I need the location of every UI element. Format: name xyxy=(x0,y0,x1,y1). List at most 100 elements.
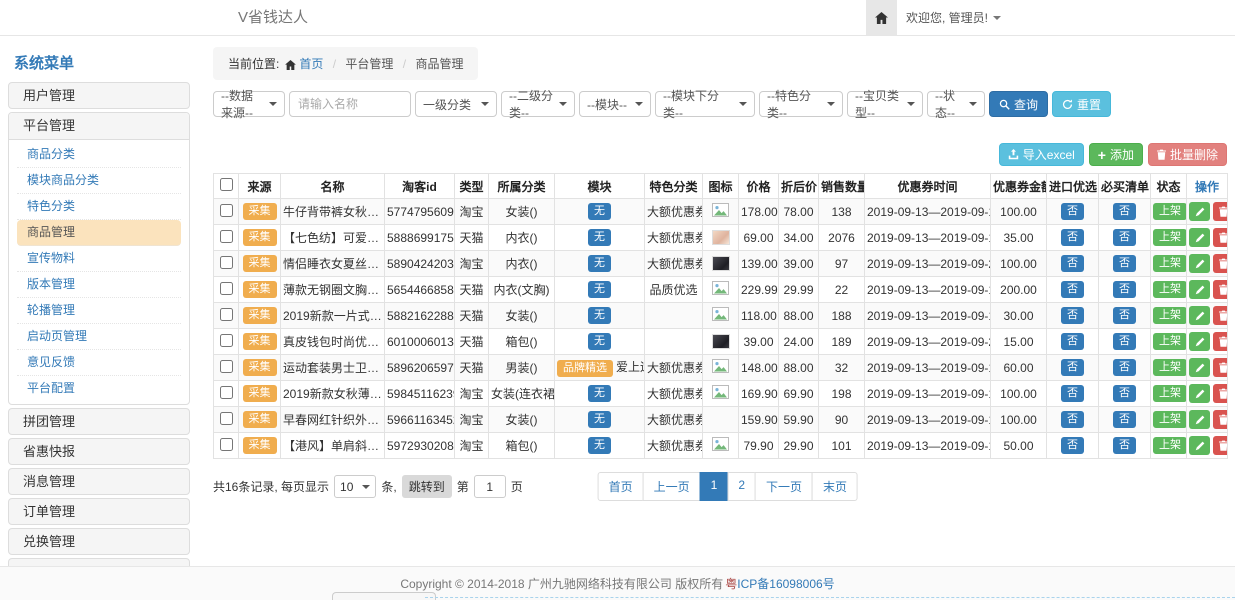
row-checkbox[interactable] xyxy=(220,438,233,451)
status-badge[interactable]: 上架 xyxy=(1153,307,1187,324)
delete-button[interactable] xyxy=(1213,436,1228,455)
row-checkbox[interactable] xyxy=(220,334,233,347)
row-checkbox[interactable] xyxy=(220,386,233,399)
filter-select-状态[interactable]: --状态-- xyxy=(927,91,985,117)
must-buy-badge[interactable]: 否 xyxy=(1113,437,1136,454)
row-checkbox[interactable] xyxy=(220,308,233,321)
filter-select-二级分类[interactable]: --二级分类-- xyxy=(501,91,575,117)
sidebar-item-特色分类[interactable]: 特色分类 xyxy=(17,194,181,220)
row-checkbox[interactable] xyxy=(220,282,233,295)
import-choice-badge[interactable]: 否 xyxy=(1061,359,1084,376)
edit-button[interactable] xyxy=(1189,306,1210,325)
import-choice-badge[interactable]: 否 xyxy=(1061,307,1084,324)
sidebar-group-消息管理[interactable]: 消息管理 xyxy=(8,468,190,495)
status-badge[interactable]: 上架 xyxy=(1153,437,1187,454)
must-buy-badge[interactable]: 否 xyxy=(1113,385,1136,402)
status-badge[interactable]: 上架 xyxy=(1153,411,1187,428)
sidebar-item-意见反馈[interactable]: 意见反馈 xyxy=(17,350,181,376)
breadcrumb-home-link[interactable]: 首页 xyxy=(299,57,323,71)
add-button[interactable]: + 添加 xyxy=(1089,143,1143,166)
delete-button[interactable] xyxy=(1213,384,1228,403)
must-buy-badge[interactable]: 否 xyxy=(1113,203,1136,220)
import-choice-badge[interactable]: 否 xyxy=(1061,333,1084,350)
import-choice-badge[interactable]: 否 xyxy=(1061,437,1084,454)
sidebar-group-省惠快报[interactable]: 省惠快报 xyxy=(8,438,190,465)
sidebar-item-宣传物料[interactable]: 宣传物料 xyxy=(17,246,181,272)
pager-末页[interactable]: 末页 xyxy=(812,472,858,501)
import-choice-badge[interactable]: 否 xyxy=(1061,281,1084,298)
delete-button[interactable] xyxy=(1213,332,1228,351)
search-button[interactable]: 查询 xyxy=(989,91,1048,117)
sidebar-item-启动页管理[interactable]: 启动页管理 xyxy=(17,324,181,350)
edit-button[interactable] xyxy=(1189,384,1210,403)
row-checkbox[interactable] xyxy=(220,412,233,425)
must-buy-badge[interactable]: 否 xyxy=(1113,255,1136,272)
pager-下一页[interactable]: 下一页 xyxy=(755,472,813,501)
filter-select-data-source[interactable]: --数据来源-- xyxy=(213,91,285,117)
must-buy-badge[interactable]: 否 xyxy=(1113,281,1136,298)
row-checkbox[interactable] xyxy=(220,204,233,217)
sidebar-item-模块商品分类[interactable]: 模块商品分类 xyxy=(17,168,181,194)
must-buy-badge[interactable]: 否 xyxy=(1113,411,1136,428)
import-choice-badge[interactable]: 否 xyxy=(1061,411,1084,428)
status-badge[interactable]: 上架 xyxy=(1153,281,1187,298)
sidebar-group-users[interactable]: 用户管理 xyxy=(8,82,190,109)
edit-button[interactable] xyxy=(1189,436,1210,455)
sidebar-item-版本管理[interactable]: 版本管理 xyxy=(17,272,181,298)
edit-button[interactable] xyxy=(1189,332,1210,351)
status-badge[interactable]: 上架 xyxy=(1153,359,1187,376)
filter-select-模块下分类[interactable]: --模块下分类-- xyxy=(655,91,755,117)
sidebar-item-轮播管理[interactable]: 轮播管理 xyxy=(17,298,181,324)
sidebar-item-平台配置[interactable]: 平台配置 xyxy=(17,376,181,402)
filter-select-宝贝类型[interactable]: --宝贝类型-- xyxy=(847,91,923,117)
jump-page-input[interactable] xyxy=(474,475,506,498)
row-checkbox[interactable] xyxy=(220,360,233,373)
reset-button[interactable]: 重置 xyxy=(1052,91,1111,117)
delete-button[interactable] xyxy=(1213,410,1228,429)
row-checkbox[interactable] xyxy=(220,256,233,269)
icp-link[interactable]: ICP备16098006号 xyxy=(737,575,834,592)
pager-上一页[interactable]: 上一页 xyxy=(643,472,701,501)
edit-button[interactable] xyxy=(1189,358,1210,377)
status-badge[interactable]: 上架 xyxy=(1153,229,1187,246)
select-all-checkbox[interactable] xyxy=(220,178,233,191)
user-menu[interactable]: 欢迎您, 管理员! xyxy=(906,0,1001,35)
import-choice-badge[interactable]: 否 xyxy=(1061,203,1084,220)
must-buy-badge[interactable]: 否 xyxy=(1113,359,1136,376)
import-excel-button[interactable]: 导入excel xyxy=(999,143,1084,166)
filter-select-一级分类[interactable]: 一级分类 xyxy=(415,91,497,117)
filter-select-特色分类[interactable]: --特色分类-- xyxy=(759,91,843,117)
must-buy-badge[interactable]: 否 xyxy=(1113,333,1136,350)
pager-2[interactable]: 2 xyxy=(727,472,756,501)
edit-button[interactable] xyxy=(1189,410,1210,429)
sidebar-group-platform[interactable]: 平台管理 xyxy=(9,113,189,140)
delete-button[interactable] xyxy=(1213,280,1228,299)
sidebar-group-拼团管理[interactable]: 拼团管理 xyxy=(8,408,190,435)
import-choice-badge[interactable]: 否 xyxy=(1061,385,1084,402)
row-checkbox[interactable] xyxy=(220,230,233,243)
pager-1[interactable]: 1 xyxy=(700,472,729,501)
sidebar-group-兑换管理[interactable]: 兑换管理 xyxy=(8,528,190,555)
per-page-select[interactable]: 10 xyxy=(334,475,376,498)
edit-button[interactable] xyxy=(1189,254,1210,273)
edit-button[interactable] xyxy=(1189,228,1210,247)
status-badge[interactable]: 上架 xyxy=(1153,203,1187,220)
import-choice-badge[interactable]: 否 xyxy=(1061,229,1084,246)
delete-button[interactable] xyxy=(1213,306,1228,325)
must-buy-badge[interactable]: 否 xyxy=(1113,229,1136,246)
delete-button[interactable] xyxy=(1213,358,1228,377)
sidebar-item-商品分类[interactable]: 商品分类 xyxy=(17,142,181,168)
status-badge[interactable]: 上架 xyxy=(1153,385,1187,402)
import-choice-badge[interactable]: 否 xyxy=(1061,255,1084,272)
delete-button[interactable] xyxy=(1213,202,1228,221)
edit-button[interactable] xyxy=(1189,202,1210,221)
sidebar-item-商品管理[interactable]: 商品管理 xyxy=(17,220,181,246)
home-button[interactable] xyxy=(866,0,897,35)
pager-首页[interactable]: 首页 xyxy=(598,472,644,501)
status-badge[interactable]: 上架 xyxy=(1153,255,1187,272)
delete-button[interactable] xyxy=(1213,228,1228,247)
status-badge[interactable]: 上架 xyxy=(1153,333,1187,350)
must-buy-badge[interactable]: 否 xyxy=(1113,307,1136,324)
filter-select-模块[interactable]: --模块-- xyxy=(579,91,651,117)
batch-delete-button[interactable]: 批量删除 xyxy=(1148,143,1227,166)
